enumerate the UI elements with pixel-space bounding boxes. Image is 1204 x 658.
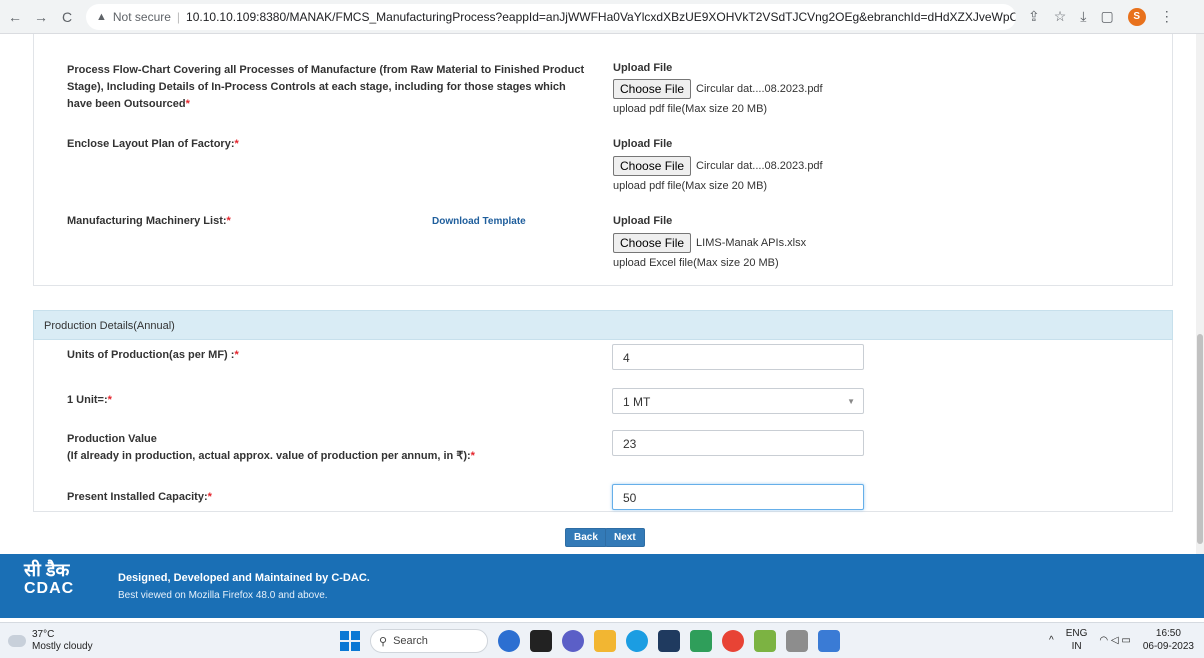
- chevron-up-icon[interactable]: ^: [1049, 635, 1054, 646]
- warning-icon: ▲: [96, 10, 107, 23]
- teams-chat-icon[interactable]: [562, 630, 584, 652]
- store-icon[interactable]: [658, 630, 680, 652]
- machinery-list-file-input: Choose File LIMS-Manak APIs.xlsx: [613, 233, 806, 253]
- selected-file-name: Circular dat....08.2023.pdf: [696, 160, 823, 172]
- search-icon: ⚲: [379, 635, 388, 648]
- upload-file-title: Upload File: [613, 138, 673, 150]
- machinery-list-label: Manufacturing Machinery List:*: [67, 215, 231, 227]
- app-green-icon[interactable]: [754, 630, 776, 652]
- windows-taskbar: 37°C Mostly cloudy ⚲ Search ^ ENG IN ◠ ◁…: [0, 622, 1204, 658]
- windows-start-icon[interactable]: [340, 631, 360, 651]
- system-tray: ^ ENG IN ◠ ◁ ▭ 16:50 06-09-2023: [1049, 627, 1194, 653]
- bing-icon[interactable]: [498, 630, 520, 652]
- share-icon[interactable]: ⇪: [1028, 8, 1040, 25]
- side-panel-icon[interactable]: ▢: [1101, 8, 1114, 25]
- forward-arrow-icon[interactable]: →: [30, 9, 52, 25]
- scrollbar-thumb[interactable]: [1197, 334, 1203, 544]
- page-content: Process Flow-Chart Covering all Processe…: [0, 34, 1204, 554]
- installed-capacity-label: Present Installed Capacity:*: [67, 491, 212, 503]
- unit-selected-value: 1 MT: [623, 395, 651, 409]
- upload-file-title: Upload File: [613, 62, 673, 74]
- upload-file-title: Upload File: [613, 215, 673, 227]
- not-secure-label: Not secure: [112, 9, 171, 24]
- temperature: 37°C: [32, 629, 55, 640]
- footer-credit: Designed, Developed and Maintained by C-…: [118, 572, 370, 584]
- unit-label: 1 Unit=:*: [67, 394, 112, 406]
- file-explorer-icon[interactable]: [594, 630, 616, 652]
- back-button[interactable]: Back: [565, 528, 607, 547]
- language-indicator[interactable]: ENG IN: [1066, 627, 1088, 653]
- back-arrow-icon[interactable]: ←: [4, 9, 26, 25]
- page-scrollbar[interactable]: [1196, 34, 1204, 554]
- footer-browser-note: Best viewed on Mozilla Firefox 48.0 and …: [118, 590, 328, 601]
- cdac-logo: सी डैक CDAC: [24, 560, 75, 597]
- app-blue-icon[interactable]: [818, 630, 840, 652]
- choose-file-button[interactable]: Choose File: [613, 233, 692, 253]
- selected-file-name: LIMS-Manak APIs.xlsx: [696, 237, 807, 249]
- production-value-sublabel: (If already in production, actual approx…: [67, 450, 475, 462]
- task-view-icon[interactable]: [530, 630, 552, 652]
- upload-hint: upload Excel file(Max size 20 MB): [613, 257, 779, 269]
- layout-plan-file-input: Choose File Circular dat....08.2023.pdf: [613, 156, 823, 176]
- url-text: 10.10.10.109:8380/MANAK/FMCS_Manufacturi…: [186, 9, 1016, 24]
- site-footer: सी डैक CDAC Designed, Developed and Main…: [0, 554, 1204, 618]
- choose-file-button[interactable]: Choose File: [613, 156, 692, 176]
- process-flowchart-label: Process Flow-Chart Covering all Processe…: [67, 64, 585, 110]
- wifi-volume-battery-icons[interactable]: ◠ ◁ ▭: [1099, 635, 1130, 646]
- browser-toolbar: ← → C ▲ Not secure | 10.10.10.109:8380/M…: [0, 0, 1204, 34]
- choose-file-button[interactable]: Choose File: [613, 79, 692, 99]
- cloud-icon: [8, 635, 26, 647]
- production-value-input[interactable]: 23: [612, 430, 864, 456]
- units-of-production-label: Units of Production(as per MF) :*: [67, 349, 239, 361]
- address-bar[interactable]: ▲ Not secure | 10.10.10.109:8380/MANAK/F…: [86, 3, 1016, 30]
- taskbar-search[interactable]: ⚲ Search: [370, 629, 488, 653]
- unit-select[interactable]: 1 MT ▼: [612, 388, 864, 414]
- chrome-icon[interactable]: [722, 630, 744, 652]
- production-panel: [33, 310, 1173, 512]
- reload-icon[interactable]: C: [56, 9, 78, 25]
- units-of-production-input[interactable]: 4: [612, 344, 864, 370]
- production-value-label: Production Value: [67, 433, 157, 445]
- menu-kebab-icon[interactable]: ⋮: [1160, 8, 1174, 25]
- weather-widget[interactable]: 37°C Mostly cloudy: [8, 629, 93, 653]
- layout-plan-label: Enclose Layout Plan of Factory:*: [67, 138, 239, 150]
- app-gray-icon[interactable]: [786, 630, 808, 652]
- url-separator: |: [176, 9, 181, 24]
- chevron-down-icon: ▼: [847, 397, 855, 406]
- clock[interactable]: 16:50 06-09-2023: [1143, 627, 1194, 653]
- weather-text: Mostly cloudy: [32, 641, 93, 652]
- download-template-link[interactable]: Download Template: [432, 216, 526, 227]
- upload-hint: upload pdf file(Max size 20 MB): [613, 180, 768, 192]
- upload-hint: upload pdf file(Max size 20 MB): [613, 103, 768, 115]
- bookmark-star-icon[interactable]: ☆: [1054, 8, 1067, 25]
- process-flowchart-file-input: Choose File Circular dat....08.2023.pdf: [613, 79, 823, 99]
- edge-icon[interactable]: [626, 630, 648, 652]
- production-section-header: Production Details(Annual): [33, 310, 1173, 340]
- installed-capacity-input[interactable]: 50: [612, 484, 864, 510]
- next-button[interactable]: Next: [605, 528, 645, 547]
- selected-file-name: Circular dat....08.2023.pdf: [696, 83, 823, 95]
- profile-avatar[interactable]: S: [1127, 7, 1146, 26]
- app-l-icon[interactable]: [690, 630, 712, 652]
- download-icon[interactable]: ⤓: [1080, 8, 1086, 25]
